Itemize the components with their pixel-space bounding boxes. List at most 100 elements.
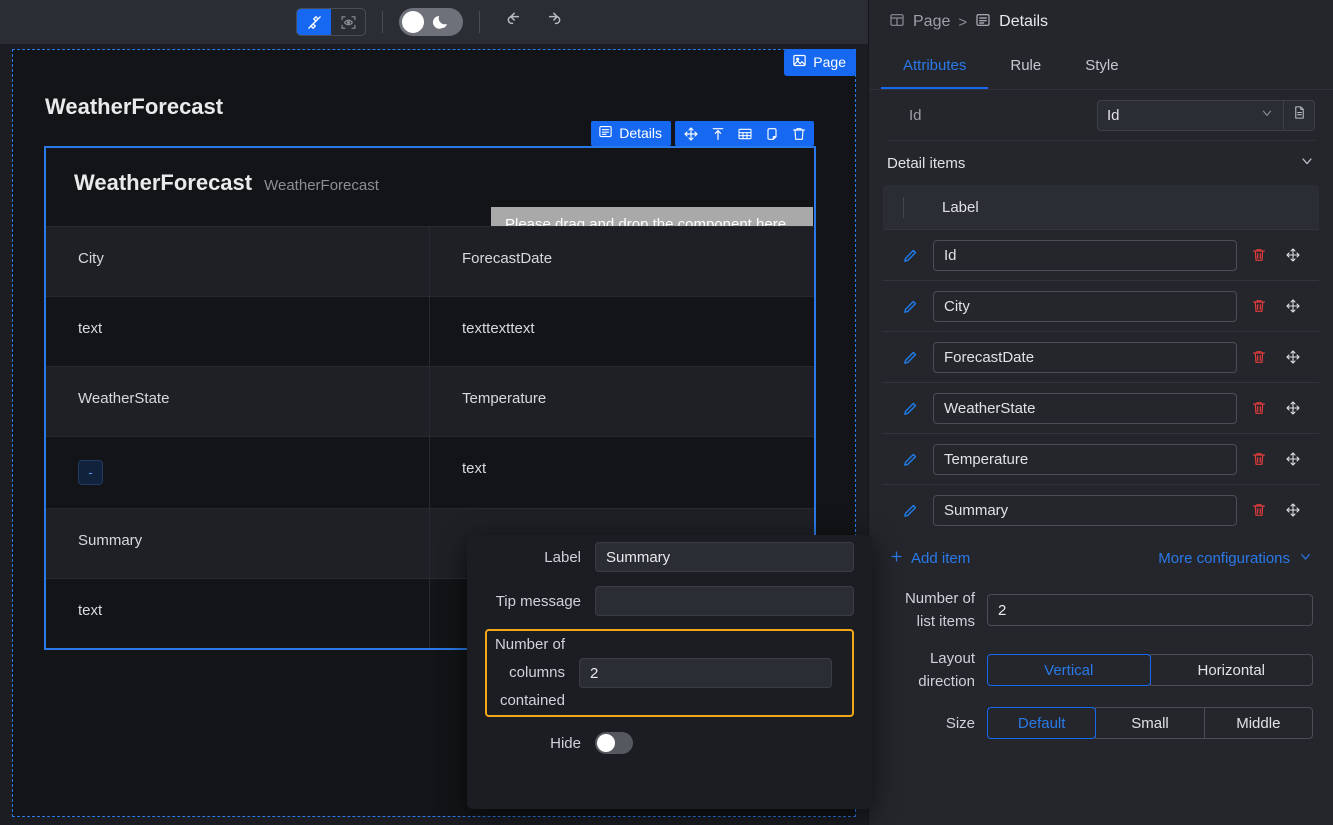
document-icon xyxy=(1292,105,1307,125)
preview-mode-button[interactable] xyxy=(331,9,365,35)
detail-items-section-header[interactable]: Detail items xyxy=(869,141,1333,185)
list-item[interactable] xyxy=(883,229,1319,280)
list-item[interactable] xyxy=(883,280,1319,331)
delete-icon[interactable] xyxy=(1247,451,1271,467)
size-label: Size xyxy=(945,714,975,732)
id-document-button[interactable] xyxy=(1284,99,1315,131)
delete-icon[interactable] xyxy=(1247,400,1271,416)
theme-toggle-knob xyxy=(402,11,424,33)
popup-hide-toggle[interactable] xyxy=(595,732,633,754)
popup-columns-caption: Number of columns contained xyxy=(494,636,565,709)
undo-button[interactable] xyxy=(496,7,534,37)
move-icon[interactable] xyxy=(678,122,703,146)
list-item-input[interactable] xyxy=(933,443,1237,475)
size-group: Default Small Middle xyxy=(987,707,1313,739)
edit-pencil-icon[interactable] xyxy=(897,502,923,519)
popup-columns-input[interactable] xyxy=(579,658,832,688)
page-title: WeatherForecast xyxy=(45,94,224,119)
moon-icon xyxy=(432,13,450,36)
table-cell-left[interactable]: - xyxy=(46,437,430,508)
page-icon xyxy=(889,12,905,33)
popup-tip-input[interactable] xyxy=(595,586,854,616)
edit-pencil-icon[interactable] xyxy=(897,451,923,468)
component-subtitle: WeatherForecast xyxy=(264,177,379,194)
redo-button[interactable] xyxy=(534,7,572,37)
list-item-input[interactable] xyxy=(933,290,1237,322)
list-items-count-label: Number of list items xyxy=(904,590,975,630)
table-cell-right[interactable]: text xyxy=(430,437,814,508)
drag-move-icon[interactable] xyxy=(1281,502,1305,518)
tab-style[interactable]: Style xyxy=(1063,44,1140,89)
layout-option-vertical[interactable]: Vertical xyxy=(987,654,1151,686)
drag-move-icon[interactable] xyxy=(1281,298,1305,314)
drag-move-icon[interactable] xyxy=(1281,247,1305,263)
chevron-down-icon xyxy=(1260,106,1274,124)
table-cell-right[interactable]: Temperature xyxy=(430,367,814,436)
insert-top-icon[interactable] xyxy=(705,122,730,146)
delete-icon[interactable] xyxy=(1247,349,1271,365)
more-configurations-button[interactable]: More configurations xyxy=(1158,549,1313,568)
empty-value-badge: - xyxy=(78,460,103,485)
table-icon[interactable] xyxy=(732,122,757,146)
table-cell-right[interactable]: texttexttext xyxy=(430,297,814,366)
list-item-input[interactable] xyxy=(933,341,1237,373)
detail-items-actions: Add item More configurations xyxy=(869,535,1333,580)
preview-eye-icon xyxy=(340,14,357,31)
list-item[interactable] xyxy=(883,382,1319,433)
delete-icon[interactable] xyxy=(1247,502,1271,518)
edit-pencil-icon[interactable] xyxy=(897,400,923,417)
details-badge[interactable]: Details xyxy=(591,121,671,146)
layout-option-horizontal[interactable]: Horizontal xyxy=(1149,654,1313,686)
table-cell-left[interactable]: text xyxy=(46,579,430,648)
list-items-count-input[interactable] xyxy=(987,594,1313,626)
table-row[interactable]: - text xyxy=(46,436,814,508)
table-cell-left[interactable]: City xyxy=(46,227,430,296)
breadcrumb-item-details[interactable]: Details xyxy=(975,12,1048,33)
drag-move-icon[interactable] xyxy=(1281,349,1305,365)
toolbar-divider-1 xyxy=(382,11,383,33)
edit-pencil-icon[interactable] xyxy=(897,298,923,315)
page-icon xyxy=(792,53,807,71)
size-option-small[interactable]: Small xyxy=(1095,707,1205,739)
list-item[interactable] xyxy=(883,433,1319,484)
edit-pencil-icon[interactable] xyxy=(897,247,923,264)
table-cell-right[interactable]: ForecastDate xyxy=(430,227,814,296)
table-cell-left[interactable]: Summary xyxy=(46,509,430,578)
size-option-default[interactable]: Default xyxy=(987,707,1097,739)
delete-icon[interactable] xyxy=(786,122,811,146)
breadcrumb-item-page[interactable]: Page xyxy=(889,12,950,33)
chevron-down-icon[interactable] xyxy=(1299,153,1315,173)
table-row[interactable]: City ForecastDate xyxy=(46,226,814,296)
copy-icon[interactable] xyxy=(759,122,784,146)
popup-hide-caption: Hide xyxy=(550,734,581,752)
popup-label-input[interactable] xyxy=(595,542,854,572)
table-cell-left[interactable]: WeatherState xyxy=(46,367,430,436)
toolbar-divider-2 xyxy=(479,11,480,33)
mode-toggle-group[interactable] xyxy=(296,8,366,36)
table-cell-left[interactable]: text xyxy=(46,297,430,366)
list-item[interactable] xyxy=(883,484,1319,535)
theme-toggle[interactable] xyxy=(399,8,463,36)
design-mode-button[interactable] xyxy=(297,9,331,35)
size-option-middle[interactable]: Middle xyxy=(1203,707,1313,739)
list-item[interactable] xyxy=(883,331,1319,382)
list-item-input[interactable] xyxy=(933,494,1237,526)
table-row[interactable]: WeatherState Temperature xyxy=(46,366,814,436)
id-select-value: Id xyxy=(1107,106,1120,124)
delete-icon[interactable] xyxy=(1247,247,1271,263)
table-row[interactable]: text texttexttext xyxy=(46,296,814,366)
drag-move-icon[interactable] xyxy=(1281,451,1305,467)
list-item-input[interactable] xyxy=(933,239,1237,271)
undo-icon xyxy=(505,10,525,35)
id-select[interactable]: Id xyxy=(1097,99,1284,131)
tab-attributes[interactable]: Attributes xyxy=(881,44,989,89)
chevron-down-icon xyxy=(1298,549,1313,568)
add-item-button[interactable]: Add item xyxy=(889,549,970,568)
details-icon xyxy=(975,12,991,33)
list-item-input[interactable] xyxy=(933,392,1237,424)
delete-icon[interactable] xyxy=(1247,298,1271,314)
drag-move-icon[interactable] xyxy=(1281,400,1305,416)
tab-rule[interactable]: Rule xyxy=(988,44,1063,89)
page-badge[interactable]: Page xyxy=(784,49,856,76)
edit-pencil-icon[interactable] xyxy=(897,349,923,366)
